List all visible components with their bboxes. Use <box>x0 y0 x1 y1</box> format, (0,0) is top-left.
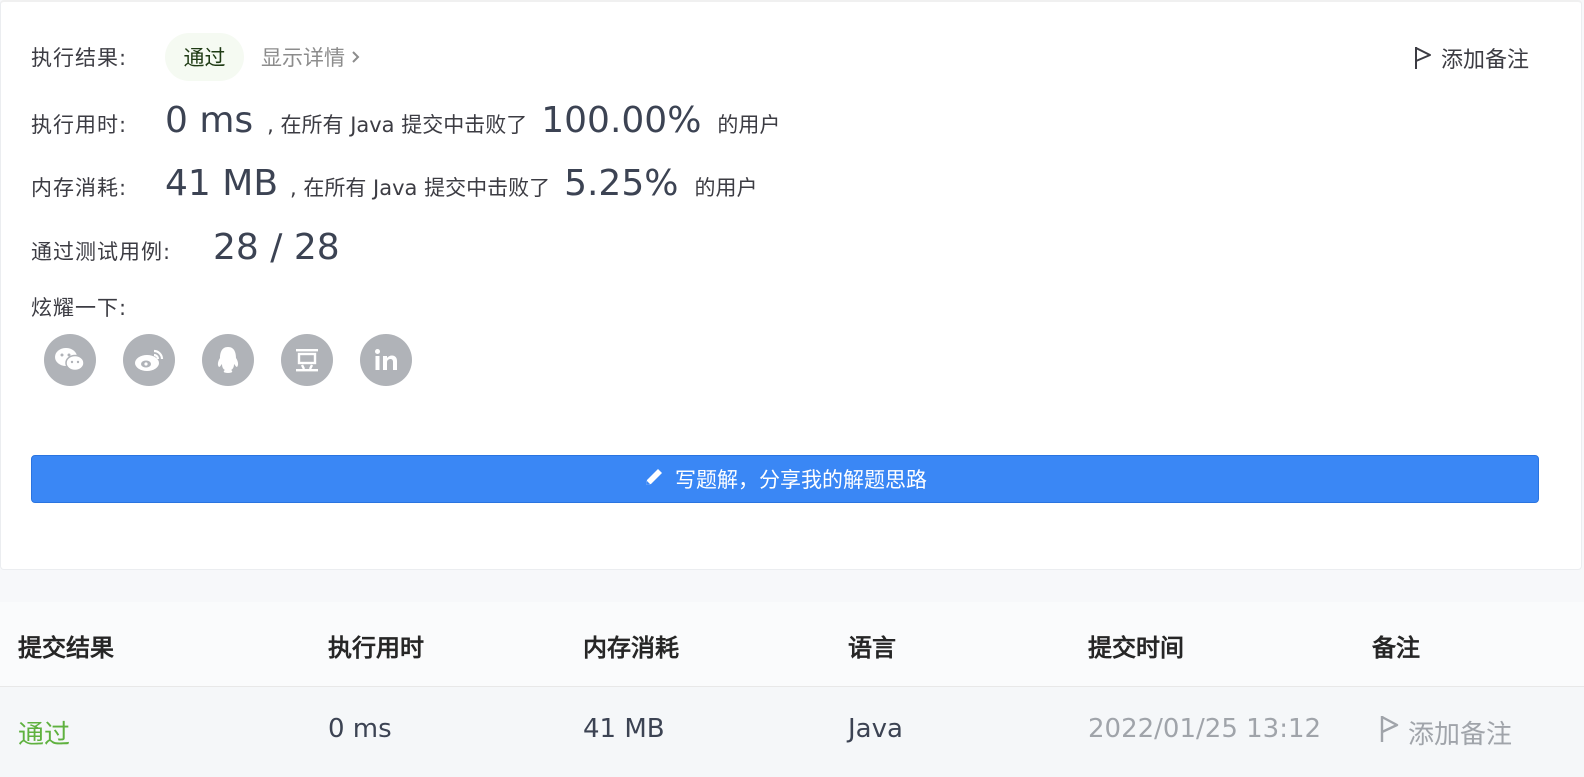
row-add-note-button[interactable]: 添加备注 <box>1378 714 1512 751</box>
douban-icon[interactable] <box>281 334 333 386</box>
flag-icon <box>1378 714 1400 751</box>
table-row[interactable]: 通过 0 ms 41 MB Java 2022/01/25 13:12 添加备注 <box>0 687 1584 777</box>
row-language: Java <box>848 714 903 744</box>
runtime-value: 0 ms <box>165 100 254 141</box>
linkedin-icon[interactable] <box>360 334 412 386</box>
submission-result-card: 执行结果: 通过 显示详情 添加备注 执行用时: 0 ms , 在所有 Java… <box>0 0 1582 570</box>
weibo-icon[interactable] <box>123 334 175 386</box>
memory-value: 41 MB <box>165 163 279 204</box>
runtime-suffix: 的用户 <box>717 113 781 137</box>
row-time: 2022/01/25 13:12 <box>1088 714 1322 744</box>
row-add-note-label: 添加备注 <box>1408 720 1513 750</box>
flag-icon <box>1413 45 1433 71</box>
runtime-row: 执行用时: 0 ms , 在所有 Java 提交中击败了 100.00% 的用户 <box>31 100 780 141</box>
testcases-row: 通过测试用例: 28 / 28 <box>31 227 340 268</box>
memory-beat-text: , 在所有 Java 提交中击败了 <box>290 176 551 200</box>
add-note-button[interactable]: 添加备注 <box>1413 42 1529 74</box>
row-runtime: 0 ms <box>328 714 392 744</box>
header-runtime: 执行用时 <box>328 634 424 662</box>
share-label: 炫耀一下: <box>31 296 128 320</box>
row-memory: 41 MB <box>583 714 665 744</box>
row-status-link[interactable]: 通过 <box>18 714 70 751</box>
memory-suffix: 的用户 <box>694 176 758 200</box>
wechat-icon[interactable] <box>44 334 96 386</box>
add-note-label: 添加备注 <box>1440 48 1529 73</box>
runtime-beat-text: , 在所有 Java 提交中击败了 <box>267 113 528 137</box>
memory-percent: 5.25% <box>564 163 679 204</box>
submission-table: 提交结果 执行用时 内存消耗 语言 提交时间 备注 通过 0 ms 41 MB … <box>0 602 1584 777</box>
chevron-right-icon <box>351 45 361 69</box>
runtime-percent: 100.00% <box>541 100 702 141</box>
result-row: 执行结果: <box>31 42 127 72</box>
show-details-link[interactable]: 显示详情 <box>261 42 361 72</box>
share-row: 炫耀一下: <box>31 292 127 322</box>
testcases-value: 28 / 28 <box>213 227 340 268</box>
qq-icon[interactable] <box>202 334 254 386</box>
memory-label: 内存消耗: <box>31 176 128 200</box>
write-solution-label: 写题解，分享我的解题思路 <box>675 468 927 492</box>
result-label: 执行结果: <box>31 46 128 70</box>
header-language: 语言 <box>848 634 896 662</box>
runtime-label: 执行用时: <box>31 113 128 137</box>
header-memory: 内存消耗 <box>583 634 679 662</box>
status-text: 通过 <box>183 46 226 70</box>
show-details-label: 显示详情 <box>261 46 345 70</box>
share-icons <box>44 334 412 386</box>
table-header: 提交结果 执行用时 内存消耗 语言 提交时间 备注 <box>0 602 1584 687</box>
testcases-label: 通过测试用例: <box>31 240 172 264</box>
header-time: 提交时间 <box>1088 634 1184 662</box>
write-solution-button[interactable]: 写题解，分享我的解题思路 <box>31 455 1539 503</box>
status-badge: 通过 <box>165 33 244 81</box>
header-note: 备注 <box>1372 634 1420 662</box>
pencil-icon <box>643 466 665 493</box>
memory-row: 内存消耗: 41 MB , 在所有 Java 提交中击败了 5.25% 的用户 <box>31 163 757 204</box>
header-status: 提交结果 <box>18 634 114 662</box>
